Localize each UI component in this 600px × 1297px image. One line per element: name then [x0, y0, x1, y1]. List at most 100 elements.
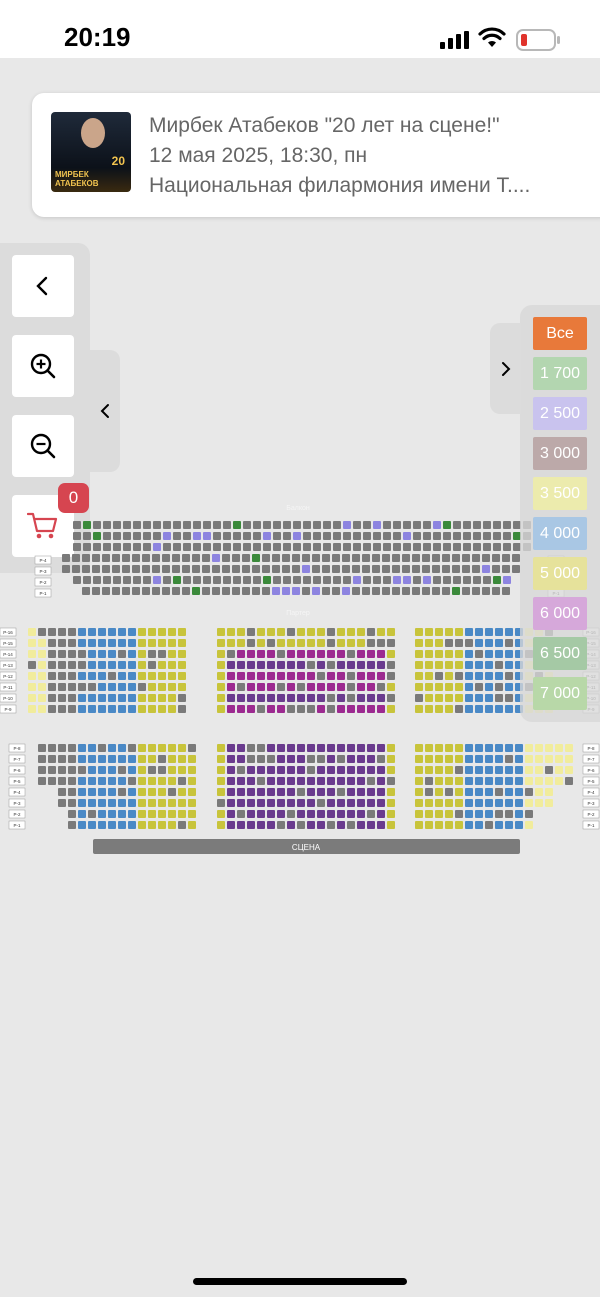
seat[interactable]: [98, 777, 106, 785]
seat[interactable]: [222, 587, 230, 595]
seat[interactable]: [387, 694, 395, 702]
seat[interactable]: [465, 810, 473, 818]
seat[interactable]: [143, 576, 151, 584]
seat[interactable]: [455, 821, 463, 829]
seat[interactable]: [148, 810, 156, 818]
seat[interactable]: [357, 683, 365, 691]
seat[interactable]: [277, 766, 285, 774]
seat[interactable]: [267, 661, 275, 669]
seat[interactable]: [425, 694, 433, 702]
seat[interactable]: [505, 799, 513, 807]
seat[interactable]: [347, 672, 355, 680]
seat[interactable]: [535, 744, 543, 752]
seat[interactable]: [68, 821, 76, 829]
seat[interactable]: [413, 576, 421, 584]
seat[interactable]: [108, 766, 116, 774]
seat[interactable]: [233, 521, 241, 529]
seat[interactable]: [282, 565, 290, 573]
seat[interactable]: [377, 683, 385, 691]
seat[interactable]: [435, 799, 443, 807]
seat[interactable]: [317, 755, 325, 763]
seat[interactable]: [415, 744, 423, 752]
seat[interactable]: [138, 744, 146, 752]
seat[interactable]: [317, 694, 325, 702]
seat[interactable]: [565, 744, 573, 752]
seat[interactable]: [118, 705, 126, 713]
seat[interactable]: [252, 587, 260, 595]
seat[interactable]: [332, 565, 340, 573]
seat[interactable]: [68, 683, 76, 691]
seat[interactable]: [118, 683, 126, 691]
seat[interactable]: [565, 766, 573, 774]
seat[interactable]: [237, 788, 245, 796]
seat[interactable]: [257, 650, 265, 658]
seat[interactable]: [425, 777, 433, 785]
seat[interactable]: [505, 744, 513, 752]
seat[interactable]: [282, 554, 290, 562]
seat[interactable]: [188, 810, 196, 818]
seat[interactable]: [108, 639, 116, 647]
seat[interactable]: [148, 705, 156, 713]
seat[interactable]: [337, 705, 345, 713]
seat[interactable]: [465, 694, 473, 702]
seat[interactable]: [112, 587, 120, 595]
seat[interactable]: [307, 683, 315, 691]
seat[interactable]: [545, 777, 553, 785]
seat[interactable]: [425, 650, 433, 658]
seat[interactable]: [425, 821, 433, 829]
seat[interactable]: [297, 639, 305, 647]
seat[interactable]: [72, 554, 80, 562]
seat[interactable]: [98, 628, 106, 636]
seat[interactable]: [485, 683, 493, 691]
seat[interactable]: [545, 788, 553, 796]
seat[interactable]: [287, 777, 295, 785]
seat[interactable]: [103, 521, 111, 529]
seat[interactable]: [178, 672, 186, 680]
seat[interactable]: [485, 788, 493, 796]
seat[interactable]: [163, 576, 171, 584]
seat[interactable]: [337, 672, 345, 680]
seat[interactable]: [88, 628, 96, 636]
price-filter-9[interactable]: 7 000: [533, 677, 587, 710]
seat[interactable]: [475, 628, 483, 636]
seat[interactable]: [493, 521, 501, 529]
seat[interactable]: [445, 661, 453, 669]
seat[interactable]: [102, 565, 110, 573]
seat[interactable]: [153, 543, 161, 551]
seat[interactable]: [327, 799, 335, 807]
seat[interactable]: [273, 521, 281, 529]
seat[interactable]: [485, 694, 493, 702]
seat[interactable]: [48, 661, 56, 669]
seat[interactable]: [495, 683, 503, 691]
seat[interactable]: [545, 755, 553, 763]
seat[interactable]: [495, 694, 503, 702]
seat[interactable]: [302, 565, 310, 573]
seat[interactable]: [463, 532, 471, 540]
seat[interactable]: [503, 532, 511, 540]
seat[interactable]: [133, 543, 141, 551]
seat[interactable]: [283, 521, 291, 529]
seat[interactable]: [415, 821, 423, 829]
seat[interactable]: [58, 755, 66, 763]
seat[interactable]: [128, 705, 136, 713]
seat[interactable]: [267, 672, 275, 680]
seat[interactable]: [525, 821, 533, 829]
seat[interactable]: [118, 744, 126, 752]
seat[interactable]: [465, 799, 473, 807]
seat[interactable]: [387, 661, 395, 669]
seat[interactable]: [142, 554, 150, 562]
seat[interactable]: [162, 587, 170, 595]
seat[interactable]: [377, 672, 385, 680]
seat[interactable]: [312, 554, 320, 562]
seat[interactable]: [465, 821, 473, 829]
seat[interactable]: [98, 650, 106, 658]
seat[interactable]: [247, 694, 255, 702]
seat[interactable]: [475, 799, 483, 807]
seat[interactable]: [383, 543, 391, 551]
seat[interactable]: [287, 810, 295, 818]
seat[interactable]: [303, 532, 311, 540]
price-filter-5[interactable]: 4 000: [533, 517, 587, 550]
seat[interactable]: [158, 799, 166, 807]
seat[interactable]: [327, 821, 335, 829]
seat[interactable]: [505, 766, 513, 774]
